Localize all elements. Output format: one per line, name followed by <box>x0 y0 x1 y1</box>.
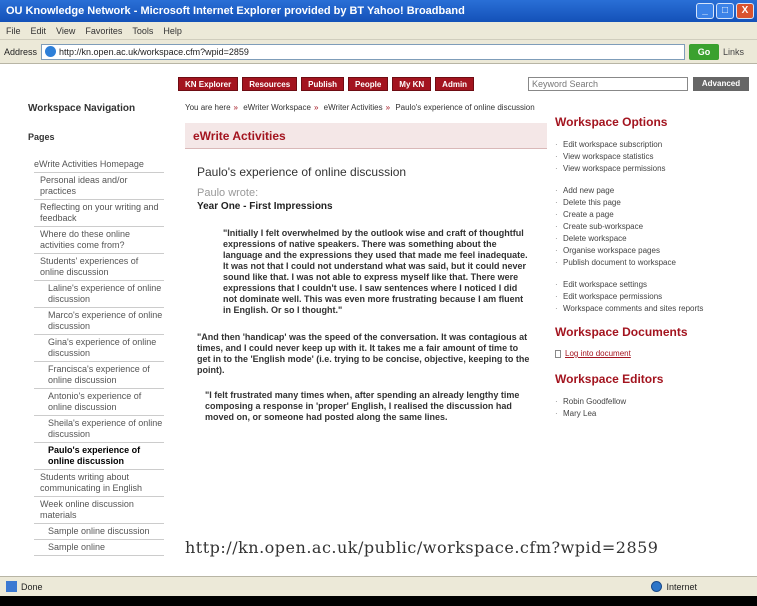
menu-tools[interactable]: Tools <box>132 26 153 36</box>
search-input[interactable]: Keyword Search <box>528 77 688 91</box>
zone-label: Internet <box>666 581 697 592</box>
page-tree: eWrite Activities Homepage Personal idea… <box>34 157 164 556</box>
editor-link[interactable]: Mary Lea <box>555 408 750 420</box>
status-bar: Done Internet <box>0 576 757 596</box>
editors-list: Robin Goodfellow Mary Lea <box>555 396 750 420</box>
breadcrumb-current: Paulo's experience of online discussion <box>395 103 535 112</box>
option-link[interactable]: View workspace statistics <box>555 151 750 163</box>
breadcrumb: You are here» eWriter Workspace» eWriter… <box>185 103 535 112</box>
quote-block: "I felt frustrated many times when, afte… <box>205 390 520 422</box>
workspace-editors-heading: Workspace Editors <box>555 372 664 386</box>
pages-label: Pages <box>28 132 55 142</box>
quote-block: "Initially I felt overwhelmed by the out… <box>223 228 528 315</box>
tree-item[interactable]: Sheila's experience of online discussion <box>34 416 164 443</box>
breadcrumb-prefix: You are here <box>185 103 231 112</box>
globe-icon <box>651 581 663 592</box>
tree-item[interactable]: Gina's experience of online discussion <box>34 335 164 362</box>
tree-item[interactable]: Week online discussion materials <box>34 497 164 524</box>
page-done-icon <box>6 581 17 592</box>
document-icon <box>555 350 561 358</box>
tab-admin[interactable]: Admin <box>435 77 475 91</box>
options-group: Add new page Delete this page Create a p… <box>555 185 750 269</box>
main-content: eWrite Activities Paulo's experience of … <box>185 123 547 543</box>
tree-item[interactable]: Marco's experience of online discussion <box>34 308 164 335</box>
option-link[interactable]: Publish document to workspace <box>555 257 750 269</box>
address-label: Address <box>4 46 38 57</box>
tree-item[interactable]: Personal ideas and/or practices <box>34 173 164 200</box>
maximize-button[interactable]: □ <box>716 3 734 19</box>
tree-item[interactable]: eWrite Activities Homepage <box>34 157 164 173</box>
workspace-options-heading: Workspace Options <box>555 115 668 129</box>
tree-item[interactable]: Sample online <box>34 540 164 556</box>
option-link[interactable]: Edit workspace permissions <box>555 291 750 303</box>
option-link[interactable]: Create a page <box>555 209 750 221</box>
post-author: Paulo wrote: <box>197 187 259 199</box>
address-url: http://kn.open.ac.uk/workspace.cfm?wpid=… <box>59 46 249 57</box>
document-link-label: Log into document <box>565 349 631 358</box>
links-button[interactable]: Links <box>723 44 753 60</box>
menu-file[interactable]: File <box>6 26 21 36</box>
tree-item[interactable]: Reflecting on your writing and feedback <box>34 200 164 227</box>
minimize-button[interactable]: _ <box>696 3 714 19</box>
breadcrumb-link[interactable]: eWriter Activities <box>324 103 383 112</box>
option-link[interactable]: Organise workspace pages <box>555 245 750 257</box>
post-subheading: Year One - First Impressions <box>197 201 333 212</box>
go-button[interactable]: Go <box>689 43 719 60</box>
options-group: Edit workspace subscription View workspa… <box>555 139 750 175</box>
option-link[interactable]: Delete this page <box>555 197 750 209</box>
section-title: eWrite Activities <box>185 123 547 149</box>
menu-help[interactable]: Help <box>163 26 182 36</box>
tree-item[interactable]: Students writing about communicating in … <box>34 470 164 497</box>
tab-publish[interactable]: Publish <box>301 77 345 91</box>
tree-item[interactable]: Sample online discussion <box>34 524 164 540</box>
tree-item[interactable]: Francisca's experience of online discuss… <box>34 362 164 389</box>
option-link[interactable]: Edit workspace subscription <box>555 139 750 151</box>
document-link[interactable]: Log into document <box>555 349 750 358</box>
tree-item[interactable]: Where do these online activities come fr… <box>34 227 164 254</box>
tree-item[interactable]: Laline's experience of online discussion <box>34 281 164 308</box>
options-group: Edit workspace settings Edit workspace p… <box>555 279 750 315</box>
tab-kn-explorer[interactable]: KN Explorer <box>178 77 239 91</box>
address-input[interactable]: http://kn.open.ac.uk/workspace.cfm?wpid=… <box>41 43 685 60</box>
menu-edit[interactable]: Edit <box>31 26 47 36</box>
workspace-documents-heading: Workspace Documents <box>555 325 688 339</box>
menu-view[interactable]: View <box>56 26 75 36</box>
option-link[interactable]: Edit workspace settings <box>555 279 750 291</box>
address-bar: Address http://kn.open.ac.uk/workspace.c… <box>0 40 757 64</box>
option-link[interactable]: View workspace permissions <box>555 163 750 175</box>
ie-page-icon <box>45 46 57 57</box>
post-heading: Paulo's experience of online discussion <box>197 165 407 179</box>
workspace-nav-heading: Workspace Navigation <box>28 103 136 114</box>
main-nav: KN Explorer Resources Publish People My … <box>178 77 475 91</box>
security-zone: Internet <box>651 581 697 592</box>
option-link[interactable]: Create sub-workspace <box>555 221 750 233</box>
close-button[interactable]: X <box>736 3 754 19</box>
right-sidebar: Workspace Options Edit workspace subscri… <box>555 115 750 430</box>
breadcrumb-link[interactable]: eWriter Workspace <box>243 103 311 112</box>
workspace-navigation: Workspace Navigation Pages eWrite Activi… <box>0 65 175 575</box>
screen-edge <box>0 596 757 606</box>
option-link[interactable]: Delete workspace <box>555 233 750 245</box>
tree-item-active[interactable]: Paulo's experience of online discussion <box>34 443 164 470</box>
page-viewport: KN Explorer Resources Publish People My … <box>0 65 757 575</box>
option-link[interactable]: Add new page <box>555 185 750 197</box>
status-text: Done <box>21 581 43 592</box>
window-title: OU Knowledge Network - Microsoft Interne… <box>6 5 465 17</box>
body-paragraph: "And then 'handicap' was the speed of th… <box>197 332 530 375</box>
editor-link[interactable]: Robin Goodfellow <box>555 396 750 408</box>
tab-my-kn[interactable]: My KN <box>392 77 432 91</box>
advanced-search-button[interactable]: Advanced <box>693 77 749 91</box>
url-caption: http://kn.open.ac.uk/public/workspace.cf… <box>185 538 659 557</box>
tree-item[interactable]: Antonio's experience of online discussio… <box>34 389 164 416</box>
window-controls: _ □ X <box>696 3 757 19</box>
menu-favorites[interactable]: Favorites <box>85 26 122 36</box>
window-titlebar: OU Knowledge Network - Microsoft Interne… <box>0 0 757 22</box>
option-link[interactable]: Workspace comments and sites reports <box>555 303 750 315</box>
tab-people[interactable]: People <box>348 77 389 91</box>
menu-bar: File Edit View Favorites Tools Help <box>0 22 757 40</box>
tab-resources[interactable]: Resources <box>242 77 298 91</box>
tree-item[interactable]: Students' experiences of online discussi… <box>34 254 164 281</box>
